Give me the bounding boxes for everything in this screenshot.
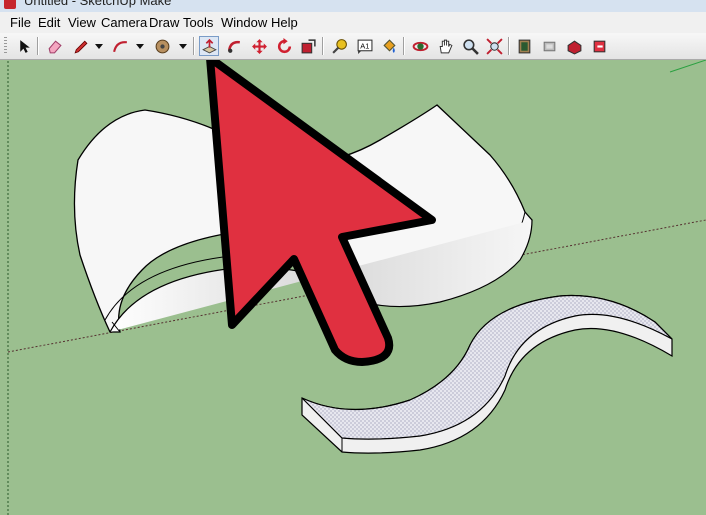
menu-window[interactable]: Window: [221, 15, 267, 30]
paint-bucket-icon[interactable]: [379, 36, 399, 56]
get-models-icon[interactable]: [564, 36, 584, 56]
eraser-icon[interactable]: [44, 36, 64, 56]
zoom-extents-icon[interactable]: [484, 36, 504, 56]
menu-help[interactable]: Help: [271, 15, 298, 30]
zoom-icon[interactable]: [460, 36, 480, 56]
tape-measure-icon[interactable]: [329, 36, 349, 56]
menu-tools[interactable]: Tools: [183, 15, 213, 30]
follow-me-icon[interactable]: [224, 36, 244, 56]
text-tool-label: A1: [360, 41, 369, 50]
arc-icon[interactable]: [110, 36, 130, 56]
title-bar: Untitled - SketchUp Make: [0, 0, 706, 12]
menu-view[interactable]: View: [68, 15, 96, 30]
pencil-line-icon[interactable]: [70, 36, 90, 56]
move-icon[interactable]: [249, 36, 269, 56]
select-arrow-icon[interactable]: [14, 36, 34, 56]
toolbar-separator: [37, 37, 39, 55]
menu-camera[interactable]: Camera: [101, 15, 147, 30]
line-dropdown-arrow[interactable]: [95, 44, 103, 49]
extension-warehouse-icon[interactable]: [589, 36, 609, 56]
toolbar-separator: [322, 37, 324, 55]
toolbar-separator: [403, 37, 405, 55]
shapes-dropdown-arrow[interactable]: [179, 44, 187, 49]
modeling-viewport[interactable]: [0, 60, 706, 515]
menu-bar: File Edit View Camera Draw Tools Window …: [0, 12, 706, 33]
sketchup-app-icon: [4, 0, 16, 9]
share-model-icon[interactable]: [539, 36, 559, 56]
warehouse-icon[interactable]: [514, 36, 534, 56]
menu-draw[interactable]: Draw: [149, 15, 179, 30]
rotate-icon[interactable]: [274, 36, 294, 56]
toolbar-separator: [508, 37, 510, 55]
menu-file[interactable]: File: [10, 15, 31, 30]
scale-icon[interactable]: [298, 36, 318, 56]
toolbar-separator: [193, 37, 195, 55]
pan-icon[interactable]: [435, 36, 455, 56]
menu-edit[interactable]: Edit: [38, 15, 60, 30]
red-arrow-pointer-callout: [206, 60, 436, 366]
arc-dropdown-arrow[interactable]: [136, 44, 144, 49]
shapes-icon[interactable]: [152, 36, 172, 56]
text-icon[interactable]: A1: [354, 36, 374, 56]
push-pull-icon[interactable]: [199, 36, 219, 56]
orbit-icon[interactable]: [410, 36, 430, 56]
toolbar-grip[interactable]: [4, 37, 7, 55]
main-toolbar: A1: [0, 33, 706, 60]
window-title: Untitled - SketchUp Make: [24, 0, 172, 8]
